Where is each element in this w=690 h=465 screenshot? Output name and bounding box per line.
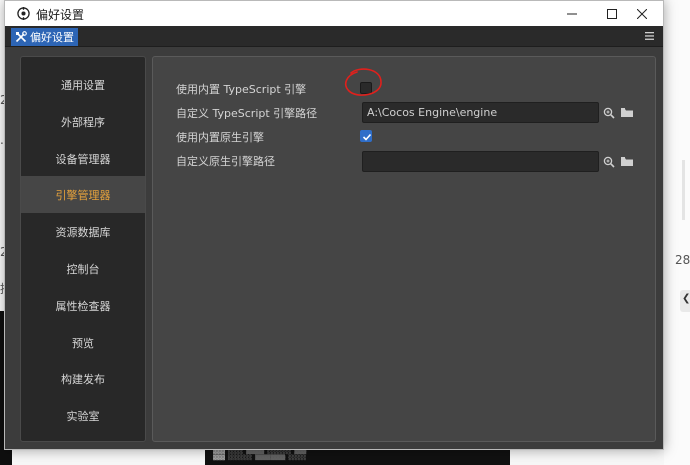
sidebar-item-engine-manager[interactable]: 引擎管理器: [21, 176, 145, 213]
tab-bar: 偏好设置: [5, 26, 663, 47]
sidebar-item-label: 控制台: [66, 262, 100, 276]
sidebar-item-label: 预览: [72, 336, 94, 350]
custom-ts-engine-path-input[interactable]: [362, 102, 599, 123]
sidebar-item-console[interactable]: 控制台: [21, 250, 145, 287]
app-icon: [17, 7, 30, 20]
preferences-window: 偏好设置 偏好设置 通用设置 外部程序 设备管理器 引擎管理器 资源数据库 控制…: [4, 0, 664, 450]
close-button[interactable]: [622, 1, 662, 26]
folder-icon[interactable]: [620, 154, 634, 168]
sidebar-item-laboratory[interactable]: 实验室: [21, 397, 145, 434]
sidebar-item-device-manager[interactable]: 设备管理器: [21, 140, 145, 177]
red-circle-annotation: [345, 68, 382, 96]
terminal-line: ▓▓▓▓ ░░░░░░░░ ▒▒▒▒▒▒▒▒▒▒ ░░░░░░: [213, 455, 307, 461]
tools-icon: [15, 31, 27, 43]
sidebar-item-label: 通用设置: [61, 78, 105, 92]
background-right-strip: [664, 0, 690, 465]
sidebar-item-general[interactable]: 通用设置: [21, 66, 145, 103]
sidebar-item-external-programs[interactable]: 外部程序: [21, 103, 145, 140]
engine-manager-panel: 使用内置 TypeScript 引擎 自定义 TypeScript 引擎路径 使…: [152, 56, 656, 442]
tab-label: 偏好设置: [30, 31, 74, 44]
minimize-icon: [567, 13, 577, 14]
sidebar-item-label: 资源数据库: [55, 225, 111, 239]
background-scrollbar: [682, 160, 685, 220]
sidebar-item-label: 引擎管理器: [55, 188, 111, 202]
window-title: 偏好设置: [36, 8, 85, 22]
custom-native-engine-path-input[interactable]: [362, 151, 599, 172]
sidebar-item-label: 实验室: [66, 409, 100, 423]
sidebar-item-asset-database[interactable]: 资源数据库: [21, 213, 145, 250]
close-icon: [637, 8, 647, 19]
search-icon[interactable]: [602, 155, 616, 169]
builtin-native-engine-label: 使用内置原生引擎: [176, 131, 264, 144]
builtin-native-engine-checkbox[interactable]: [360, 130, 372, 142]
checkmark-icon: [362, 133, 372, 141]
custom-native-engine-path-label: 自定义原生引擎路径: [176, 155, 275, 168]
background-text: 28: [675, 253, 690, 267]
sidebar-item-label: 属性检查器: [55, 299, 111, 313]
sidebar-item-label: 设备管理器: [55, 152, 111, 166]
sidebar-item-preview[interactable]: 预览: [21, 324, 145, 361]
sidebar: 通用设置 外部程序 设备管理器 引擎管理器 资源数据库 控制台 属性检查器 预览…: [20, 56, 146, 442]
content-area: 通用设置 外部程序 设备管理器 引擎管理器 资源数据库 控制台 属性检查器 预览…: [5, 47, 663, 449]
builtin-ts-engine-label: 使用内置 TypeScript 引擎: [176, 83, 307, 96]
panel-menu-button[interactable]: [641, 28, 657, 44]
minimize-button[interactable]: [552, 1, 592, 26]
maximize-icon: [607, 8, 617, 19]
sidebar-item-build-publish[interactable]: 构建发布: [21, 360, 145, 397]
sidebar-item-label: 构建发布: [61, 372, 105, 386]
background-collapse-button[interactable]: ❮: [680, 290, 690, 312]
folder-icon[interactable]: [620, 105, 634, 119]
sidebar-item-inspector[interactable]: 属性检查器: [21, 287, 145, 324]
chevron-left-icon: ❮: [682, 293, 690, 304]
custom-ts-engine-path-label: 自定义 TypeScript 引擎路径: [176, 107, 318, 120]
sidebar-item-label: 外部程序: [61, 115, 105, 129]
hamburger-menu-icon: [644, 32, 654, 40]
title-bar: 偏好设置: [5, 1, 663, 26]
tab-preferences[interactable]: 偏好设置: [11, 28, 78, 46]
search-icon[interactable]: [602, 106, 616, 120]
